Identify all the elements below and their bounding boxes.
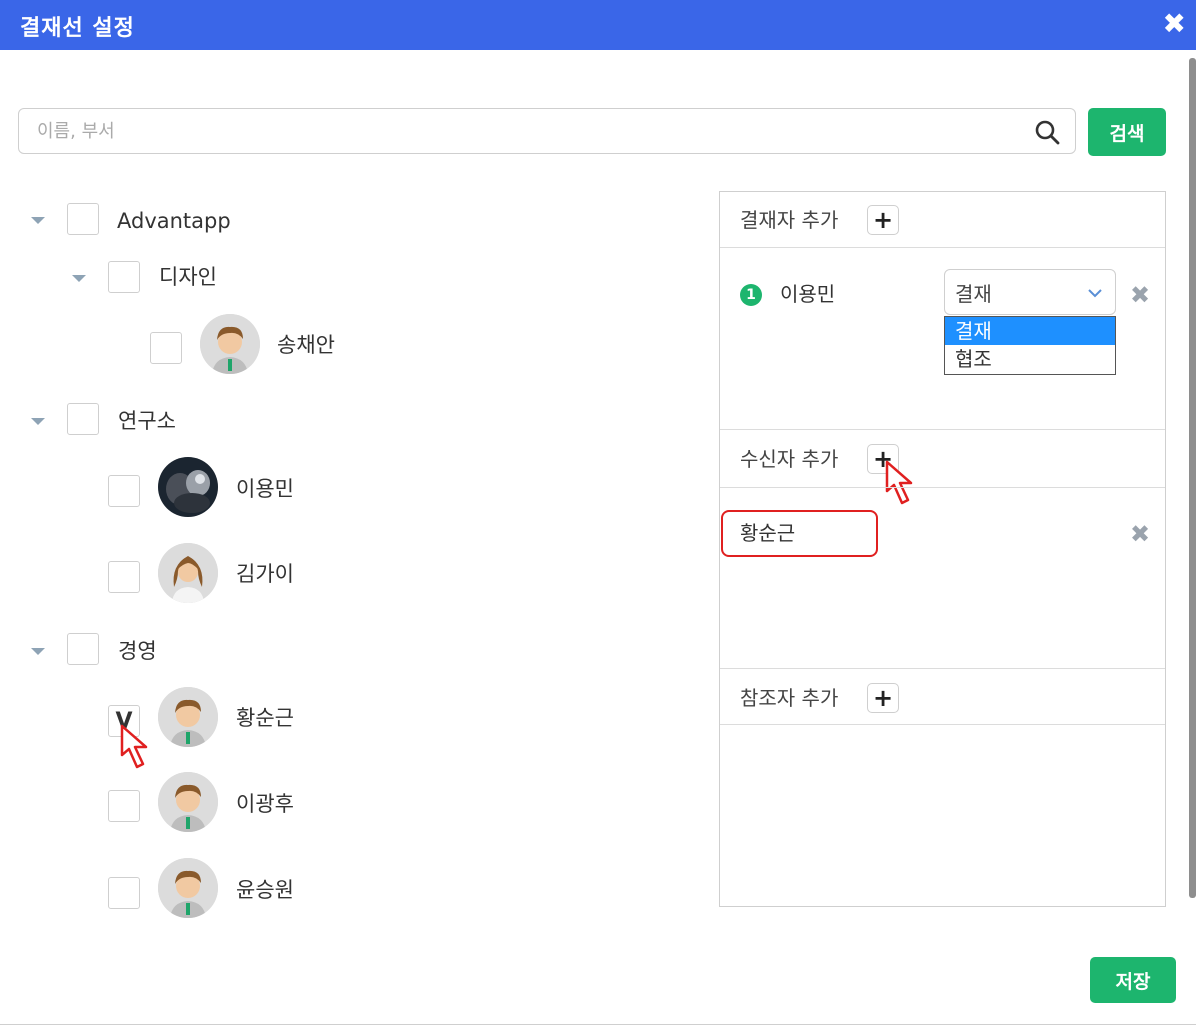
role-option-cooperate[interactable]: 협조 — [945, 345, 1115, 373]
collapse-caret-icon[interactable] — [31, 217, 45, 224]
divider — [720, 668, 1165, 669]
tree-label-management: 경영 — [118, 639, 157, 663]
scrollbar[interactable] — [1189, 58, 1196, 898]
close-icon[interactable]: ✖ — [1163, 6, 1186, 42]
dialog-bottom-border — [0, 1024, 1196, 1025]
add-reference-button[interactable]: + — [867, 683, 899, 713]
approver-name: 이용민 — [780, 282, 836, 306]
checkbox-user-leeyongmin[interactable] — [108, 475, 140, 507]
collapse-caret-icon[interactable] — [31, 418, 45, 425]
tree-label-advantapp: Advantapp — [117, 209, 231, 233]
avatar — [158, 858, 218, 918]
checkbox-user-yunseungwon[interactable] — [108, 877, 140, 909]
approver-role-select[interactable]: 결재 — [944, 269, 1116, 315]
tree-label-user-leegwanghu: 이광후 — [236, 792, 294, 816]
remove-approver-icon[interactable]: ✖ — [1130, 283, 1150, 307]
divider — [720, 487, 1165, 488]
collapse-caret-icon[interactable] — [72, 275, 86, 282]
mouse-cursor-icon — [884, 459, 918, 507]
checkbox-dept-management[interactable] — [67, 633, 99, 665]
checkbox-dept-research[interactable] — [67, 403, 99, 435]
divider — [720, 724, 1165, 725]
select-value: 결재 — [955, 282, 992, 306]
title-bar — [0, 0, 1196, 50]
search-button[interactable]: 검색 — [1088, 108, 1166, 156]
collapse-caret-icon[interactable] — [31, 648, 45, 655]
approver-section-title: 결재자 추가 — [740, 208, 839, 232]
receiver-name: 황순근 — [740, 521, 796, 545]
avatar-photo — [158, 457, 218, 517]
checkbox-dept-design[interactable] — [108, 261, 140, 293]
divider — [720, 429, 1165, 430]
avatar — [200, 314, 260, 374]
avatar — [158, 772, 218, 832]
tree-label-user-leeyongmin: 이용민 — [236, 477, 294, 501]
search-input[interactable] — [19, 109, 1017, 153]
remove-receiver-icon[interactable]: ✖ — [1130, 522, 1150, 546]
reference-section-title: 참조자 추가 — [740, 686, 839, 710]
divider — [720, 247, 1165, 248]
approver-order-badge: 1 — [740, 284, 762, 306]
tree-label-user-hwangsoongeun: 황순근 — [236, 706, 294, 730]
checkbox-user-kimgai[interactable] — [108, 561, 140, 593]
tree-label-user-kimgai: 김가이 — [236, 562, 294, 586]
checkbox-user-songchaean[interactable] — [150, 332, 182, 364]
role-dropdown-list: 결재 협조 — [944, 316, 1116, 375]
add-approver-button[interactable]: + — [867, 205, 899, 235]
search-box[interactable] — [18, 108, 1076, 154]
dialog-title: 결재선 설정 — [20, 16, 135, 41]
role-option-approve[interactable]: 결재 — [945, 317, 1115, 345]
mouse-cursor-icon — [119, 723, 153, 771]
tree-label-research: 연구소 — [118, 409, 176, 433]
receiver-section-title: 수신자 추가 — [740, 447, 839, 471]
avatar — [158, 543, 218, 603]
avatar — [158, 687, 218, 747]
chevron-down-icon — [1087, 284, 1103, 303]
tree-label-design: 디자인 — [159, 265, 217, 289]
checkbox-advantapp[interactable] — [67, 203, 99, 235]
tree-label-user-songchaean: 송채안 — [277, 333, 335, 357]
tree-label-user-yunseungwon: 윤승원 — [236, 878, 294, 902]
save-button[interactable]: 저장 — [1090, 957, 1176, 1003]
checkbox-user-leegwanghu[interactable] — [108, 790, 140, 822]
search-icon[interactable] — [1034, 119, 1060, 145]
